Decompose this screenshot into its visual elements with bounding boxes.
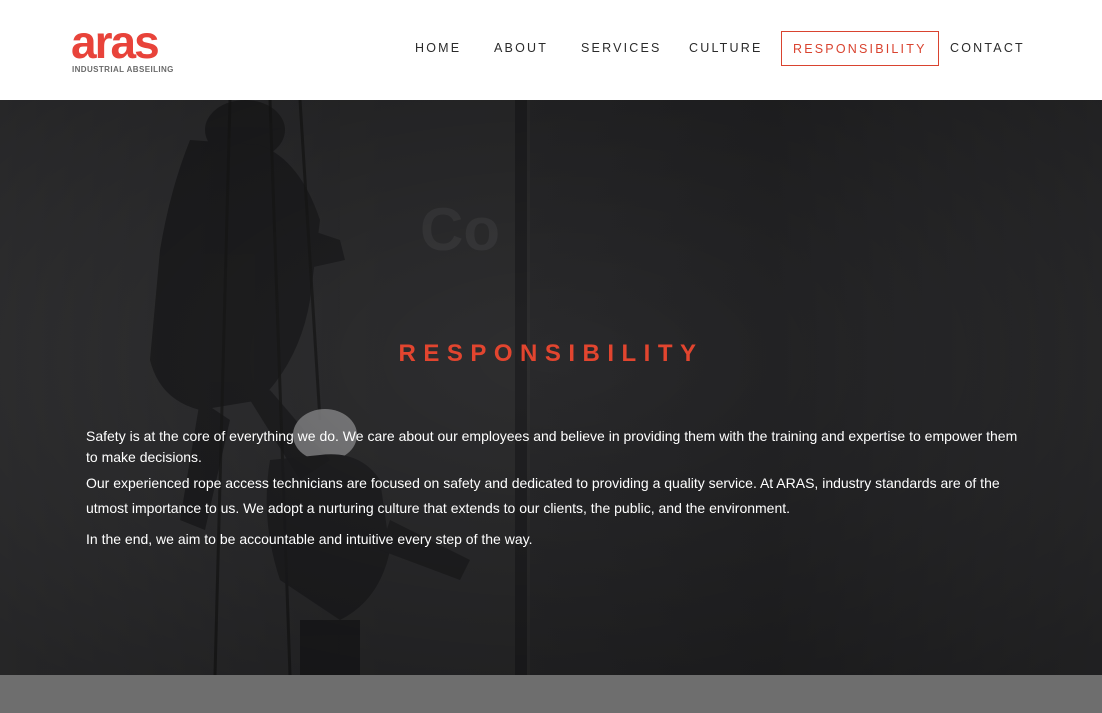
nav-contact[interactable]: CONTACT [950, 31, 1025, 66]
nav-services[interactable]: SERVICES [581, 31, 662, 66]
nav-culture[interactable]: CULTURE [689, 31, 763, 66]
site-header: aras INDUSTRIAL ABSEILING HOME ABOUT SER… [0, 0, 1102, 100]
hero-section: Co RESPONSIBILITY Safety is at the core … [0, 100, 1102, 675]
section-divider-strip [0, 675, 1102, 713]
rope-access-background-image: Co [0, 100, 1102, 675]
responsibility-copy: Safety is at the core of everything we d… [86, 426, 1026, 550]
paragraph-safety: Safety is at the core of everything we d… [86, 428, 1018, 465]
paragraph-accountable: In the end, we aim to be accountable and… [86, 531, 533, 547]
nav-home[interactable]: HOME [415, 31, 461, 66]
page-title: RESPONSIBILITY [398, 340, 704, 368]
logo-tagline: INDUSTRIAL ABSEILING [72, 65, 174, 74]
nav-about[interactable]: ABOUT [494, 31, 548, 66]
main-nav: HOME ABOUT SERVICES CULTURE RESPONSIBILI… [0, 31, 1102, 66]
nav-responsibility[interactable]: RESPONSIBILITY [781, 31, 939, 66]
paragraph-technicians: Our experienced rope access technicians … [86, 475, 1000, 516]
